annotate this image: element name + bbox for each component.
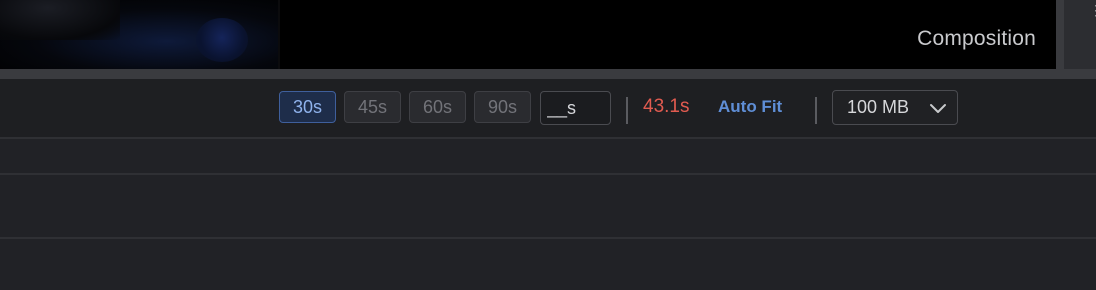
current-duration: 43.1s: [643, 96, 690, 117]
duration-45s-label: 45s: [357, 96, 388, 117]
duration-30s-label: 30s: [292, 96, 323, 117]
duration-60s-button[interactable]: 60s: [409, 91, 466, 123]
file-size-value: 100 MB: [847, 97, 910, 117]
preview-title: Composition: [917, 27, 1036, 50]
timeline-track[interactable]: [0, 239, 1096, 290]
duration-30s-button[interactable]: 30s: [279, 91, 336, 123]
duration-90s-button[interactable]: 90s: [474, 91, 531, 123]
timeline-ruler: [0, 139, 1096, 173]
app-window: Composition ⋮ 30s 45s 60s 90s 43.1s Auto…: [0, 0, 1096, 290]
thumbnail-divider: [278, 0, 280, 69]
toolbar-divider: [626, 97, 628, 124]
thumbnail-shadow: [0, 0, 120, 40]
composition-preview[interactable]: [0, 0, 1056, 69]
duration-60s-label: 60s: [422, 96, 453, 117]
timeline-track[interactable]: [0, 175, 1096, 237]
file-size-select[interactable]: 100 MB: [832, 90, 958, 125]
duration-45s-button[interactable]: 45s: [344, 91, 401, 123]
duration-90s-label: 90s: [487, 96, 518, 117]
custom-duration-input[interactable]: [540, 91, 611, 125]
thumbnail-highlight: [196, 18, 248, 62]
side-panel-icon: ⋮: [1089, 2, 1096, 18]
chevron-down-icon: [930, 104, 946, 113]
preview-thumbnail: [0, 0, 278, 69]
auto-fit-button[interactable]: Auto Fit: [718, 97, 782, 117]
toolbar-divider: [815, 97, 817, 124]
export-toolbar: 30s 45s 60s 90s 43.1s Auto Fit 100 MB: [0, 79, 1096, 137]
